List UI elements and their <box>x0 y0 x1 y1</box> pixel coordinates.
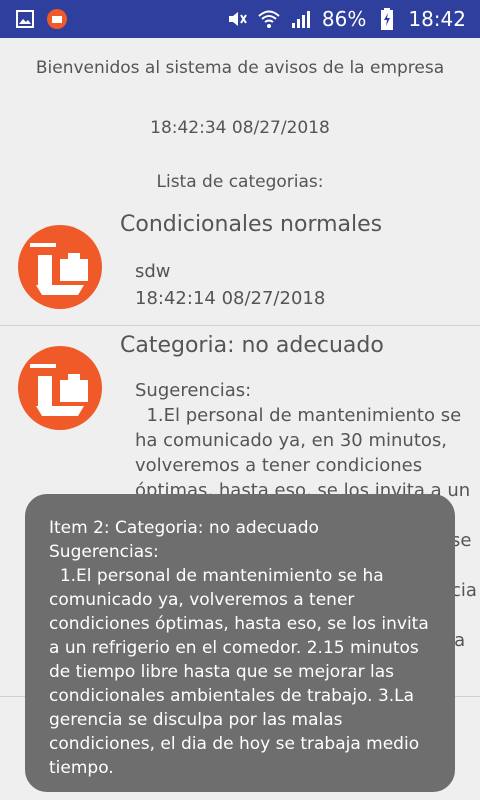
mute-icon <box>226 8 248 30</box>
category-avatar <box>18 225 102 309</box>
category-item[interactable]: Condicionales normales sdw 18:42:14 08/2… <box>0 205 480 325</box>
battery-charging-icon <box>376 8 398 30</box>
wifi-icon <box>258 8 280 30</box>
category-title: Condicionales normales <box>120 212 383 237</box>
category-avatar <box>18 346 102 430</box>
current-datetime: 18:42:34 08/27/2018 <box>150 118 330 138</box>
category-list-title: Lista de categorias: <box>156 172 324 192</box>
app-notification-icon <box>46 8 68 30</box>
toast-message: Item 2: Categoria: no adecuado Sugerenci… <box>25 494 455 792</box>
toast-text: Item 2: Categoria: no adecuado Sugerenci… <box>49 518 429 778</box>
status-time: 18:42 <box>408 7 466 31</box>
welcome-text: Bienvenidos al sistema de avisos de la e… <box>35 58 445 78</box>
category-subtitle: sdw <box>135 261 171 282</box>
gallery-icon <box>14 8 36 30</box>
battery-percent: 86% <box>321 7 367 31</box>
category-timestamp: 18:42:14 08/27/2018 <box>135 288 326 309</box>
category-title: Categoria: no adecuado <box>120 333 384 358</box>
signal-icon <box>290 8 312 30</box>
status-bar: 86% 18:42 <box>0 0 480 38</box>
